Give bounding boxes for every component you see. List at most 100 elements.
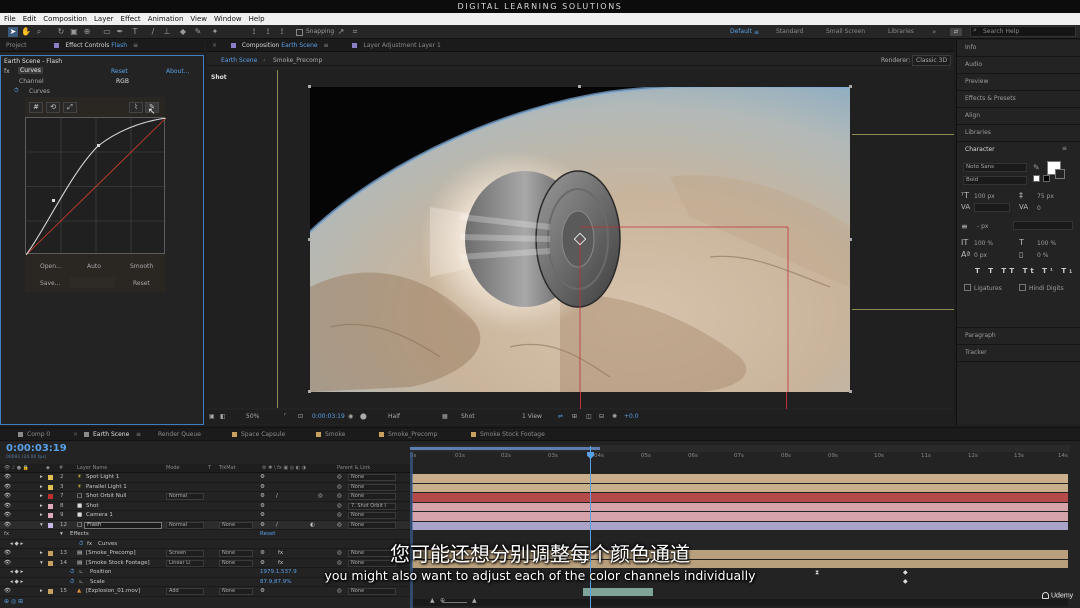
- label-color[interactable]: [48, 513, 53, 518]
- breadcrumb-earth-scene[interactable]: Earth Scene: [221, 57, 257, 64]
- label-color[interactable]: [48, 494, 53, 499]
- layer-row-explosion[interactable]: 👁 ▸ 15 ▲ [Explosion_01.mov] Add None ⚙ ◎…: [0, 587, 410, 597]
- type-tool-icon[interactable]: T: [130, 27, 140, 37]
- 3d-view-dropdown[interactable]: Shot: [461, 413, 475, 420]
- time-ruler[interactable]: 0s 01s 02s 03s 04s 05s 06s 07s 08s 09s 1…: [410, 453, 1070, 463]
- close-tab-icon[interactable]: ×: [212, 42, 217, 49]
- 3d-layer-switch-icon[interactable]: ◎: [318, 493, 323, 499]
- layer-name[interactable]: [Explosion_01.mov]: [86, 588, 140, 594]
- track-bar-parallel-light-1[interactable]: [412, 483, 1068, 492]
- tab-composition[interactable]: Composition: [242, 42, 279, 49]
- exposure-value[interactable]: +0.0: [624, 413, 639, 420]
- menu-help[interactable]: Help: [249, 15, 265, 23]
- zoom-in-icon[interactable]: ▲: [472, 597, 477, 604]
- panel-paragraph[interactable]: Paragraph: [965, 332, 996, 339]
- panel-tracker[interactable]: Tracker: [965, 349, 987, 356]
- pickwhip-icon[interactable]: ◎: [337, 503, 342, 509]
- layer-handle[interactable]: [308, 238, 311, 241]
- workspace-libraries[interactable]: Libraries: [888, 27, 914, 37]
- layer-name[interactable]: Spot Light 1: [86, 474, 119, 480]
- timeline-icon[interactable]: ⊟: [599, 413, 604, 420]
- visibility-eye-icon[interactable]: 👁: [4, 588, 11, 594]
- earth-scene-render[interactable]: [310, 87, 850, 392]
- timeline-zoom-slider[interactable]: ▲ ⊕ ▲: [412, 597, 1068, 606]
- workspace-small-screen[interactable]: Small Screen: [826, 27, 865, 37]
- column-layer-name[interactable]: Layer Name: [77, 465, 107, 471]
- view-layout-dropdown[interactable]: 1 View: [522, 413, 542, 420]
- sync-settings-icon[interactable]: ⇄: [950, 28, 962, 36]
- breadcrumb-smoke-precomp[interactable]: Smoke_Precomp: [273, 57, 322, 64]
- tab-comp-0[interactable]: Comp 0: [18, 428, 50, 441]
- menu-layer[interactable]: Layer: [94, 15, 114, 23]
- collapse-arrow-icon[interactable]: ▾: [60, 531, 63, 537]
- layer-name[interactable]: Shot: [86, 503, 99, 509]
- expand-arrow-icon[interactable]: ▸: [40, 503, 43, 509]
- panel-preview[interactable]: Preview: [965, 78, 988, 85]
- shy-switch-icon[interactable]: ⚙: [260, 522, 265, 528]
- quality-switch-icon[interactable]: /: [276, 522, 278, 528]
- font-family-dropdown[interactable]: Noto Sans: [963, 163, 1027, 172]
- tab-earth-scene[interactable]: Earth Scene: [84, 428, 129, 441]
- parent-dropdown[interactable]: None: [348, 588, 396, 595]
- region-icon[interactable]: ⌜: [284, 413, 287, 420]
- blend-mode-dropdown[interactable]: Normal: [166, 493, 204, 500]
- expand-arrow-icon[interactable]: ▸: [40, 493, 43, 499]
- stroke-type-dropdown[interactable]: [1013, 221, 1073, 230]
- show-channel-icon[interactable]: ⬤: [360, 413, 367, 420]
- font-size-value[interactable]: 100 px: [974, 193, 995, 200]
- snap-icon[interactable]: ↗: [336, 27, 346, 37]
- timeline-menu-icon[interactable]: ≡: [136, 428, 141, 441]
- tab-smoke-stock-footage[interactable]: Smoke Stock Footage: [471, 428, 545, 441]
- tsume-value[interactable]: 0 %: [1037, 252, 1048, 259]
- stroke-width-value[interactable]: - px: [977, 223, 988, 230]
- kerning-dropdown[interactable]: [974, 203, 1010, 212]
- tab-smoke-precomp[interactable]: Smoke_Precomp: [379, 428, 437, 441]
- track-bar-explosion[interactable]: [583, 588, 653, 596]
- world-axis-icon[interactable]: ⟟: [263, 27, 273, 37]
- camera-tool-icon[interactable]: ▣: [69, 27, 79, 37]
- menu-effect[interactable]: Effect: [121, 15, 141, 23]
- menu-file[interactable]: File: [4, 15, 16, 23]
- pickwhip-icon[interactable]: ◎: [337, 522, 342, 528]
- menu-animation[interactable]: Animation: [148, 15, 184, 23]
- zoom-tool-icon[interactable]: ⌕: [34, 27, 44, 37]
- collapse-arrow-icon[interactable]: ▾: [40, 522, 43, 528]
- expand-arrow-icon[interactable]: ▸: [40, 474, 43, 480]
- curves-open-button[interactable]: Open...: [40, 263, 62, 270]
- layer-row-shot-orbit-null[interactable]: 👁 ▸ 7 □ Shot Orbit Null Normal ⚙ / ◎ ◎ N…: [0, 492, 410, 502]
- parent-dropdown[interactable]: None: [348, 521, 396, 529]
- baseline-shift-value[interactable]: 0 px: [974, 252, 987, 259]
- pickwhip-icon[interactable]: ◎: [337, 484, 342, 490]
- shy-switch-icon[interactable]: ⚙: [260, 493, 265, 499]
- layer-name[interactable]: Parallel Light 1: [86, 484, 127, 490]
- snapping-checkbox[interactable]: [296, 29, 303, 36]
- tab-composition-name[interactable]: Earth Scene: [281, 42, 317, 49]
- search-help-input[interactable]: Search Help: [970, 26, 1076, 37]
- selection-tool-icon[interactable]: ➤: [8, 27, 18, 37]
- pickwhip-icon[interactable]: ◎: [337, 493, 342, 499]
- hindi-digits-checkbox[interactable]: [1019, 284, 1026, 291]
- renderer-dropdown[interactable]: Classic 3D: [912, 55, 952, 66]
- expand-arrow-icon[interactable]: ▸: [40, 588, 43, 594]
- column-parent[interactable]: Parent & Link: [337, 465, 370, 471]
- horizontal-scale-value[interactable]: 100 %: [1037, 240, 1056, 247]
- effect-reset-link[interactable]: Reset: [111, 68, 128, 75]
- pickwhip-icon[interactable]: ◎: [337, 588, 342, 594]
- camera-icon[interactable]: ◉: [348, 413, 353, 420]
- panel-audio[interactable]: Audio: [965, 61, 982, 68]
- expand-arrow-icon[interactable]: ▸: [40, 484, 43, 490]
- menu-view[interactable]: View: [190, 15, 207, 23]
- menu-edit[interactable]: Edit: [23, 15, 37, 23]
- panel-character[interactable]: Character: [965, 146, 995, 153]
- fill-swatch-small[interactable]: [1033, 175, 1040, 182]
- layer-row-flash[interactable]: 👁 ▾ 12 □ Flash Normal None ⚙ / ◐ ◎ None: [0, 520, 410, 530]
- blend-mode-dropdown[interactable]: Normal: [166, 521, 204, 529]
- layer-name-input[interactable]: Flash: [84, 521, 162, 529]
- close-timeline-tab-icon[interactable]: ×: [73, 428, 78, 441]
- layer-handle[interactable]: [849, 85, 852, 88]
- track-bar-flash[interactable]: [412, 521, 1068, 530]
- shy-switch-icon[interactable]: ⚙: [260, 474, 265, 480]
- workspace-standard[interactable]: Standard: [776, 27, 803, 37]
- curves-reset-button[interactable]: Reset: [133, 280, 150, 287]
- shy-switch-icon[interactable]: ⚙: [260, 484, 265, 490]
